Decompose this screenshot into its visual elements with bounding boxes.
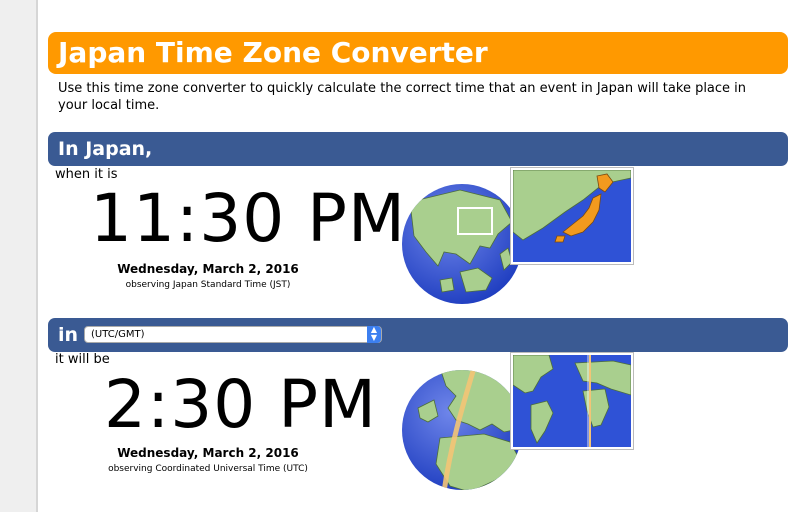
title-bar: Japan Time Zone Converter <box>48 32 788 74</box>
japan-zoom-map <box>511 168 633 264</box>
intro-text: Use this time zone converter to quickly … <box>58 81 747 113</box>
left-gutter <box>0 0 38 512</box>
japan-heading: In Japan, <box>58 138 153 160</box>
local-date: Wednesday, March 2, 2016 <box>117 446 299 460</box>
timezone-select-value: (UTC/GMT) <box>91 329 145 340</box>
converter-page: Japan Time Zone Converter Use this time … <box>48 0 790 512</box>
page-title: Japan Time Zone Converter <box>58 36 488 69</box>
local-section-bar: in (UTC/GMT) ▲ ▼ <box>48 318 788 352</box>
japan-section-bar: In Japan, <box>48 132 788 166</box>
chevron-up-down-icon: ▲ ▼ <box>367 326 381 343</box>
timezone-select[interactable]: (UTC/GMT) ▲ ▼ <box>84 326 382 343</box>
world-zoom-map <box>511 353 633 449</box>
japan-time: 11:30 PM <box>90 180 406 257</box>
japan-date: Wednesday, March 2, 2016 <box>117 262 299 276</box>
local-zone-note: observing Coordinated Universal Time (UT… <box>108 464 308 474</box>
will-be-label: it will be <box>55 352 110 367</box>
local-time: 2:30 PM <box>104 366 377 443</box>
europe-globe-map <box>402 370 522 490</box>
local-heading: in <box>58 324 79 346</box>
japan-zone-note: observing Japan Standard Time (JST) <box>125 280 291 290</box>
asia-globe-map <box>402 184 522 304</box>
